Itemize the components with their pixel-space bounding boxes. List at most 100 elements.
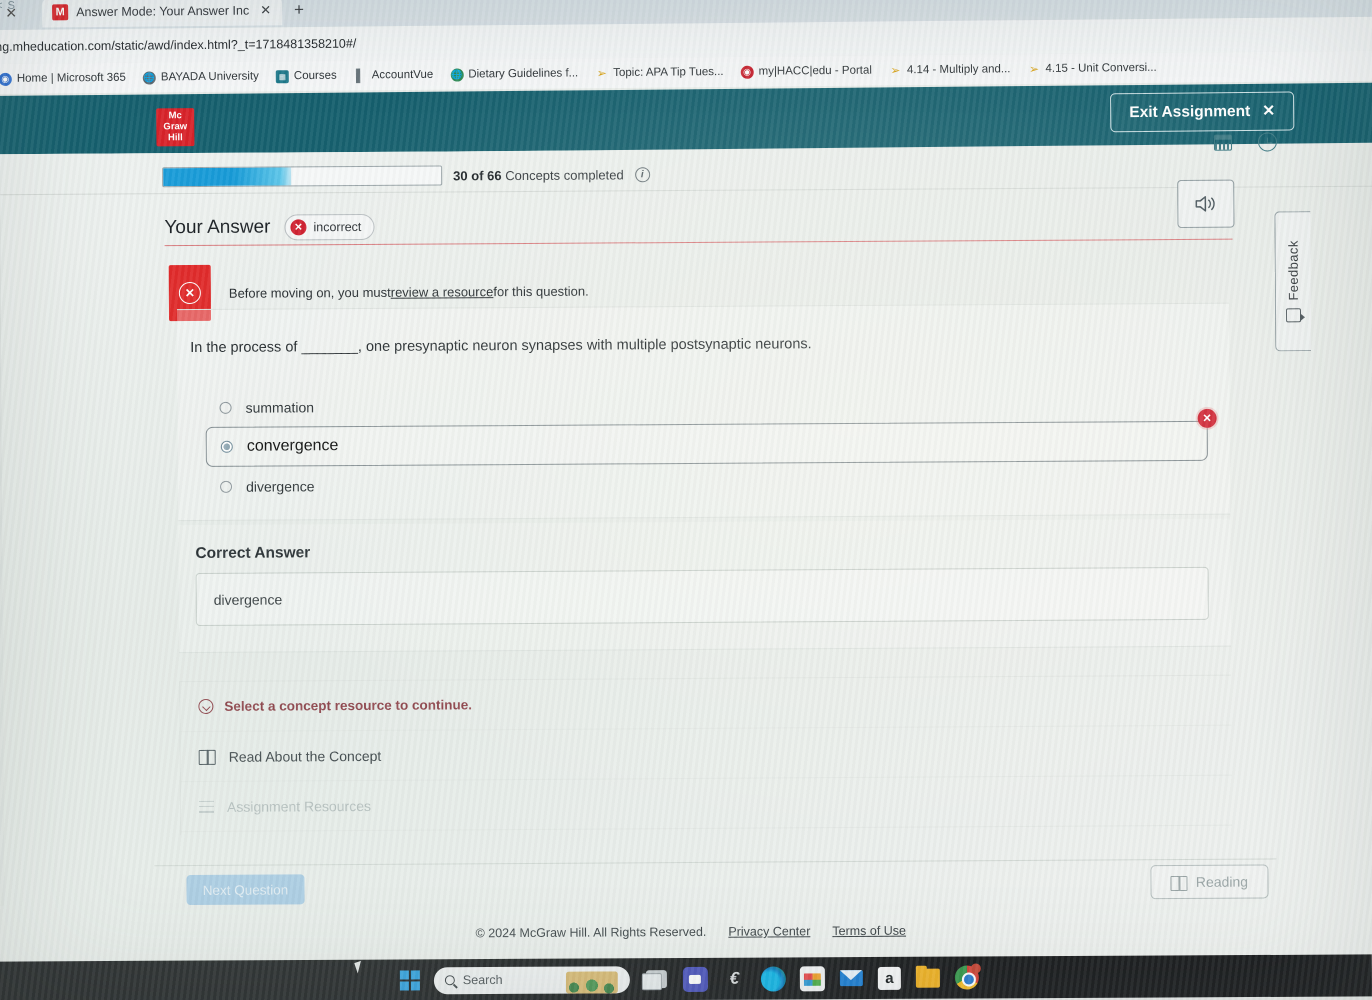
bookmark-accountvue[interactable]: ▌ AccountVue: [354, 68, 434, 82]
resource-assignment-resources[interactable]: Assignment Resources: [180, 775, 1233, 833]
status-badge-label: incorrect: [313, 219, 362, 235]
windows-start-icon[interactable]: [399, 970, 420, 991]
privacy-center-link[interactable]: Privacy Center: [728, 924, 810, 939]
feedback-tab[interactable]: Feedback: [1274, 211, 1312, 352]
bookmark-home-microsoft-365[interactable]: ◉ Home | Microsoft 365: [0, 71, 126, 86]
option-summation[interactable]: summation: [205, 386, 1207, 423]
home-globe-icon: ◉: [0, 72, 12, 86]
header-utility-icons: [1213, 132, 1278, 152]
file-explorer-icon[interactable]: [915, 965, 940, 990]
bookmark-label: my|HACC|edu - Portal: [758, 64, 872, 78]
bookmark-label: AccountVue: [371, 68, 434, 82]
correct-answer-value: divergence: [195, 566, 1209, 627]
amazon-icon[interactable]: a: [877, 966, 901, 990]
bookmark-label: 4.15 - Unit Conversi...: [1045, 61, 1157, 75]
taskbar-search-input[interactable]: Search: [433, 965, 630, 994]
resource-label: Read About the Concept: [228, 747, 382, 765]
concept-resources-section: Select a concept resource to continue. R…: [179, 674, 1233, 836]
reading-label: Reading: [1195, 873, 1249, 890]
task-view-icon[interactable]: [644, 967, 669, 992]
option-convergence-selected[interactable]: convergence ✕: [205, 408, 1217, 467]
speaker-icon: [1195, 196, 1215, 212]
progress-bar-fill: [163, 167, 292, 187]
next-question-button[interactable]: Next Question: [186, 874, 305, 906]
alert-text-before: Before moving on, you must: [228, 284, 391, 301]
audio-playback-button[interactable]: [1177, 179, 1235, 228]
correct-answer-card: Correct Answer divergence: [178, 518, 1232, 654]
radio-button[interactable]: [219, 401, 232, 414]
option-label: convergence: [246, 437, 339, 455]
exit-assignment-label: Exit Assignment: [1129, 102, 1251, 121]
mail-icon[interactable]: [839, 966, 864, 991]
chrome-icon[interactable]: [954, 962, 981, 990]
taskbar-items: Search € a: [399, 962, 981, 994]
your-answer-header: Your Answer ✕ incorrect: [164, 213, 375, 241]
bookmark-courses[interactable]: ▦ Courses: [275, 69, 337, 83]
progress-count: 30 of 66: [453, 167, 502, 183]
correct-answer-title: Correct Answer: [195, 544, 311, 563]
bookmark-label: BAYADA University: [160, 70, 259, 84]
bookmark-multiply-and[interactable]: ➢ 4.14 - Multiply and...: [889, 63, 1011, 77]
bookmark-dietary-guidelines[interactable]: 🌐 Dietary Guidelines f...: [450, 67, 578, 82]
page-footer: © 2024 McGraw Hill. All Rights Reserved.…: [5, 921, 1372, 943]
teams-icon[interactable]: [682, 966, 708, 992]
page-body: 30 of 66 Concepts completed i Your Answe…: [0, 132, 1372, 965]
terms-of-use-link[interactable]: Terms of Use: [832, 924, 906, 938]
link-icon: ➢: [596, 66, 607, 81]
x-circle-icon: ✕: [178, 281, 201, 305]
page-title: Your Answer: [164, 216, 271, 239]
browser-chrome: < S ✕ M Answer Mode: Your Answer Inc ✕ +…: [0, 0, 1372, 94]
edge-icon[interactable]: [760, 965, 786, 992]
target-icon: ◉: [740, 65, 754, 79]
lightning-icon[interactable]: €: [722, 966, 747, 991]
clock-icon[interactable]: [1257, 132, 1278, 152]
resources-header[interactable]: Select a concept resource to continue.: [180, 675, 1232, 733]
mcgraw-hill-logo: Mc Graw Hill: [156, 108, 195, 147]
copyright-text: © 2024 McGraw Hill. All Rights Reserved.: [475, 924, 707, 941]
link-icon: ➢: [1028, 61, 1040, 77]
globe-icon: 🌐: [450, 67, 464, 82]
tab-title: Answer Mode: Your Answer Inc: [76, 3, 250, 20]
divider: [0, 185, 1372, 196]
bookmark-label: Topic: APA Tip Tues...: [613, 66, 724, 80]
bookmark-label: 4.14 - Multiply and...: [906, 63, 1011, 77]
mcgraw-hill-favicon-icon: M: [52, 4, 69, 21]
bookmark-apa-tip-tuesday[interactable]: ➢ Topic: APA Tip Tues...: [595, 66, 724, 81]
reading-button[interactable]: Reading: [1150, 864, 1269, 900]
bookmark-label: Home | Microsoft 365: [16, 71, 126, 85]
info-icon[interactable]: i: [634, 166, 650, 182]
browser-tab-active[interactable]: M Answer Mode: Your Answer Inc ✕: [42, 0, 283, 28]
close-icon: ✕: [1262, 102, 1276, 120]
logo-line-3: Hill: [167, 132, 183, 144]
logo-line-1: Mc: [168, 110, 182, 122]
bookmark-unit-conversion[interactable]: ➢ 4.15 - Unit Conversi...: [1027, 61, 1157, 77]
status-badge: ✕ incorrect: [284, 213, 375, 241]
chevron-down-icon: [198, 698, 214, 714]
feedback-label: Feedback: [1285, 240, 1301, 301]
review-a-resource-link[interactable]: review a resource: [391, 284, 494, 300]
logo-line-2: Graw: [163, 121, 188, 133]
exit-assignment-button[interactable]: Exit Assignment ✕: [1110, 91, 1295, 133]
option-label: divergence: [245, 477, 315, 495]
option-divergence[interactable]: divergence: [206, 465, 1208, 502]
calendar-icon[interactable]: [1213, 134, 1233, 151]
url-text: ing.mheducation.com/static/awd/index.htm…: [0, 36, 357, 55]
microsoft-store-icon[interactable]: [799, 965, 825, 991]
bar-chart-icon: ▌: [355, 68, 365, 83]
bookmark-bayada-university[interactable]: 🌐 BAYADA University: [142, 70, 259, 85]
screen: < S ✕ M Answer Mode: Your Answer Inc ✕ +…: [0, 0, 1372, 1000]
book-icon: [1171, 875, 1188, 888]
new-tab-button[interactable]: +: [294, 0, 304, 20]
globe-icon: 🌐: [142, 70, 156, 85]
bookmark-myhaccedu-portal[interactable]: ◉ my|HACC|edu - Portal: [740, 64, 872, 79]
content-area: 30 of 66 Concepts completed i Your Answe…: [0, 132, 1372, 965]
bookmark-label: Courses: [293, 69, 337, 83]
resource-read-about-the-concept[interactable]: Read About the Concept: [180, 725, 1232, 783]
x-circle-icon: ✕: [290, 219, 307, 236]
tab-overflow-indicator: < S: [0, 0, 16, 12]
radio-button-selected[interactable]: [220, 440, 233, 453]
comment-icon: [1285, 308, 1302, 323]
courses-icon: ▦: [275, 69, 289, 83]
radio-button[interactable]: [220, 480, 233, 493]
close-tab-icon[interactable]: ✕: [257, 2, 274, 18]
